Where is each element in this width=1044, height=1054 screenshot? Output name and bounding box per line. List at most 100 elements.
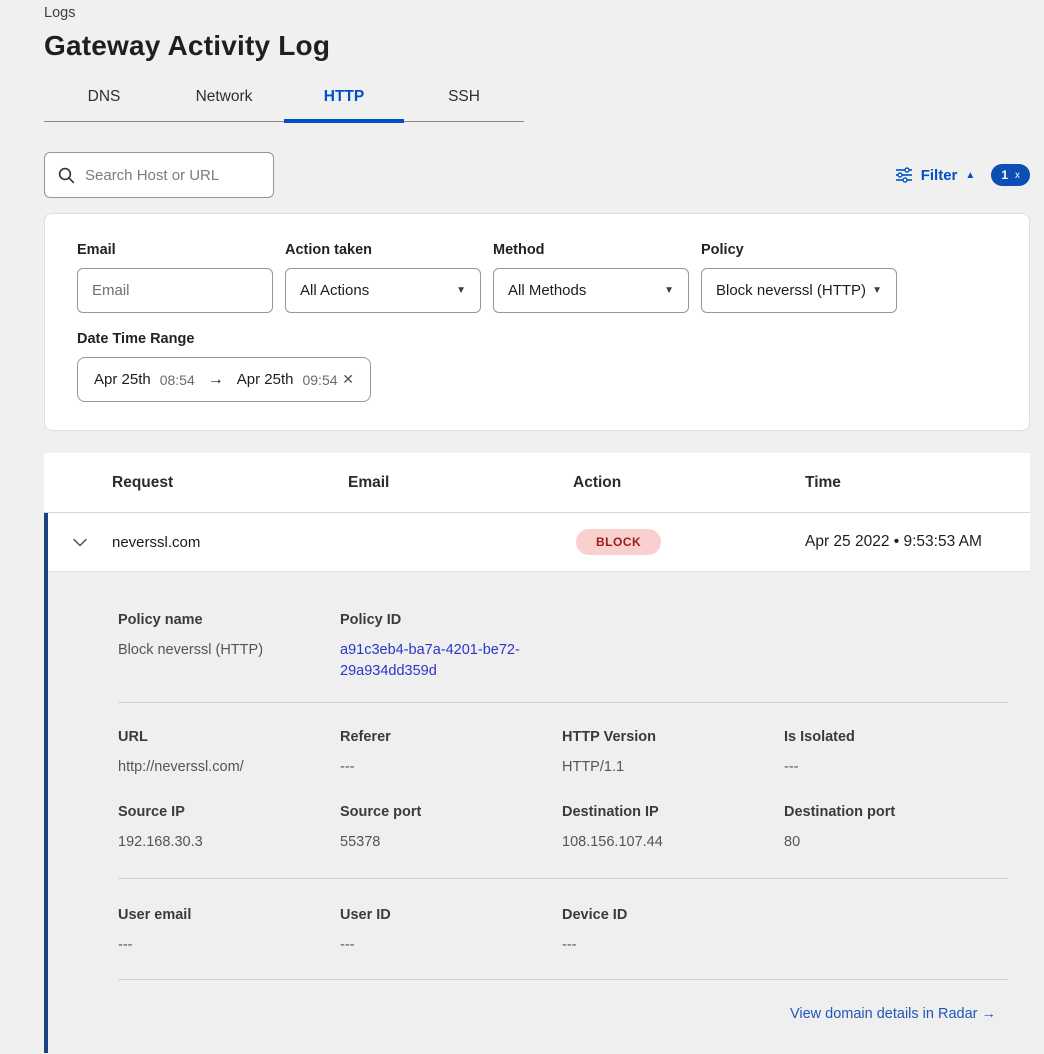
- filter-field-policy: Policy Block neverssl (HTTP) ▼: [701, 242, 897, 313]
- row-details-panel: Policy name Block neverssl (HTTP) Policy…: [48, 572, 1030, 1053]
- destination-ip-value: 108.156.107.44: [562, 832, 784, 853]
- filter-field-method: Method All Methods ▼: [493, 242, 689, 313]
- email-filter-input[interactable]: [77, 268, 273, 313]
- policy-id-link[interactable]: a91c3eb4-ba7a-4201-be72-29a934dd359d: [340, 640, 526, 682]
- start-time[interactable]: 08:54: [160, 372, 195, 388]
- row-expander[interactable]: [48, 538, 112, 547]
- user-email-value: ---: [118, 935, 340, 956]
- policy-section: Policy name Block neverssl (HTTP) Policy…: [118, 612, 1008, 682]
- destination-ip-label: Destination IP: [562, 804, 784, 820]
- policy-name-label: Policy name: [118, 612, 340, 628]
- detail-http-version: HTTP Version HTTP/1.1: [562, 729, 784, 778]
- section-divider: [118, 878, 1008, 879]
- tab-ssh[interactable]: SSH: [404, 77, 524, 121]
- http-version-value: HTTP/1.1: [562, 757, 784, 778]
- table-row[interactable]: neverssl.com BLOCK Apr 25 2022 • 9:53:53…: [48, 513, 1030, 572]
- method-filter-select[interactable]: All Methods ▼: [493, 268, 689, 313]
- http-version-label: HTTP Version: [562, 729, 784, 745]
- section-divider: [118, 702, 1008, 703]
- row-request: neverssl.com: [112, 534, 348, 551]
- detail-user-id: User ID ---: [340, 907, 562, 956]
- col-header-time: Time: [805, 474, 1030, 492]
- policy-filter-select[interactable]: Block neverssl (HTTP) ▼: [701, 268, 897, 313]
- filter-field-action: Action taken All Actions ▼: [285, 242, 481, 313]
- end-date[interactable]: Apr 25th: [237, 371, 294, 388]
- user-section: User email --- User ID --- Device ID ---: [118, 907, 1008, 956]
- filter-clear-x[interactable]: x: [1015, 170, 1020, 181]
- is-isolated-value: ---: [784, 757, 1006, 778]
- row-time: Apr 25 2022 • 9:53:53 AM: [805, 533, 1030, 551]
- email-filter-label: Email: [77, 242, 273, 258]
- filter-count-badge[interactable]: 1 x: [991, 164, 1030, 186]
- tab-bar: DNS Network HTTP SSH: [44, 77, 524, 122]
- detail-empty-cell: [784, 907, 1006, 956]
- page-content: Logs Gateway Activity Log DNS Network HT…: [0, 0, 1030, 1053]
- url-value: http://neverssl.com/: [118, 757, 340, 778]
- detail-policy-name: Policy name Block neverssl (HTTP): [118, 612, 340, 682]
- date-range-label: Date Time Range: [77, 331, 997, 347]
- date-range-picker[interactable]: Apr 25th 08:54 → Apr 25th 09:54 ✕: [77, 357, 371, 402]
- detail-policy-id: Policy ID a91c3eb4-ba7a-4201-be72-29a934…: [340, 612, 562, 682]
- filter-toggle[interactable]: Filter ▲ 1 x: [895, 164, 1030, 186]
- search-input[interactable]: [85, 167, 260, 184]
- referer-value: ---: [340, 757, 562, 778]
- col-header-email: Email: [348, 474, 573, 492]
- start-date[interactable]: Apr 25th: [94, 371, 151, 388]
- source-ip-label: Source IP: [118, 804, 340, 820]
- filter-label[interactable]: Filter: [921, 167, 958, 184]
- breadcrumb[interactable]: Logs: [44, 0, 1030, 21]
- radar-link[interactable]: View domain details in Radar →: [790, 1006, 996, 1022]
- policy-filter-value: Block neverssl (HTTP): [716, 282, 866, 299]
- page-title: Gateway Activity Log: [44, 30, 1030, 62]
- filter-lines-icon: [895, 167, 913, 183]
- chevron-down-icon[interactable]: [73, 538, 87, 547]
- device-id-label: Device ID: [562, 907, 784, 923]
- arrow-right-icon: →: [208, 371, 224, 389]
- caret-down-icon: ▼: [872, 285, 882, 296]
- filter-grid: Email Action taken All Actions ▼ Method …: [77, 242, 997, 313]
- destination-port-value: 80: [784, 832, 1006, 853]
- filter-count: 1: [1001, 168, 1008, 182]
- ip-section: Source IP 192.168.30.3 Source port 55378…: [118, 804, 1008, 853]
- detail-source-ip: Source IP 192.168.30.3: [118, 804, 340, 853]
- policy-filter-label: Policy: [701, 242, 897, 258]
- http-section: URL http://neverssl.com/ Referer --- HTT…: [118, 729, 1008, 778]
- radar-link-row: View domain details in Radar →: [118, 980, 1008, 1022]
- detail-destination-ip: Destination IP 108.156.107.44: [562, 804, 784, 853]
- log-table: Request Email Action Time neverssl.com B…: [44, 453, 1030, 1053]
- search-box[interactable]: [44, 152, 274, 198]
- policy-name-value: Block neverssl (HTTP): [118, 640, 340, 661]
- controls-row: Filter ▲ 1 x: [44, 152, 1030, 198]
- row-action: BLOCK: [573, 529, 805, 555]
- source-ip-value: 192.168.30.3: [118, 832, 340, 853]
- action-filter-label: Action taken: [285, 242, 481, 258]
- search-icon: [58, 167, 75, 184]
- block-status-badge: BLOCK: [576, 529, 661, 555]
- detail-url: URL http://neverssl.com/: [118, 729, 340, 778]
- referer-label: Referer: [340, 729, 562, 745]
- tab-dns[interactable]: DNS: [44, 77, 164, 121]
- detail-referer: Referer ---: [340, 729, 562, 778]
- col-header-request: Request: [112, 474, 348, 492]
- tab-network[interactable]: Network: [164, 77, 284, 121]
- expanded-row-group: neverssl.com BLOCK Apr 25 2022 • 9:53:53…: [44, 513, 1030, 1053]
- tab-http[interactable]: HTTP: [284, 77, 404, 121]
- detail-source-port: Source port 55378: [340, 804, 562, 853]
- action-filter-value: All Actions: [300, 282, 369, 299]
- device-id-value: ---: [562, 935, 784, 956]
- method-filter-label: Method: [493, 242, 689, 258]
- destination-port-label: Destination port: [784, 804, 1006, 820]
- date-range-section: Date Time Range Apr 25th 08:54 → Apr 25t…: [77, 331, 997, 402]
- user-email-label: User email: [118, 907, 340, 923]
- user-id-label: User ID: [340, 907, 562, 923]
- policy-id-label: Policy ID: [340, 612, 562, 628]
- close-icon[interactable]: ✕: [342, 371, 354, 388]
- filter-panel: Email Action taken All Actions ▼ Method …: [44, 213, 1030, 431]
- end-time[interactable]: 09:54: [302, 372, 337, 388]
- user-id-value: ---: [340, 935, 562, 956]
- source-port-value: 55378: [340, 832, 562, 853]
- table-header-row: Request Email Action Time: [44, 453, 1030, 513]
- detail-device-id: Device ID ---: [562, 907, 784, 956]
- filter-field-email: Email: [77, 242, 273, 313]
- action-filter-select[interactable]: All Actions ▼: [285, 268, 481, 313]
